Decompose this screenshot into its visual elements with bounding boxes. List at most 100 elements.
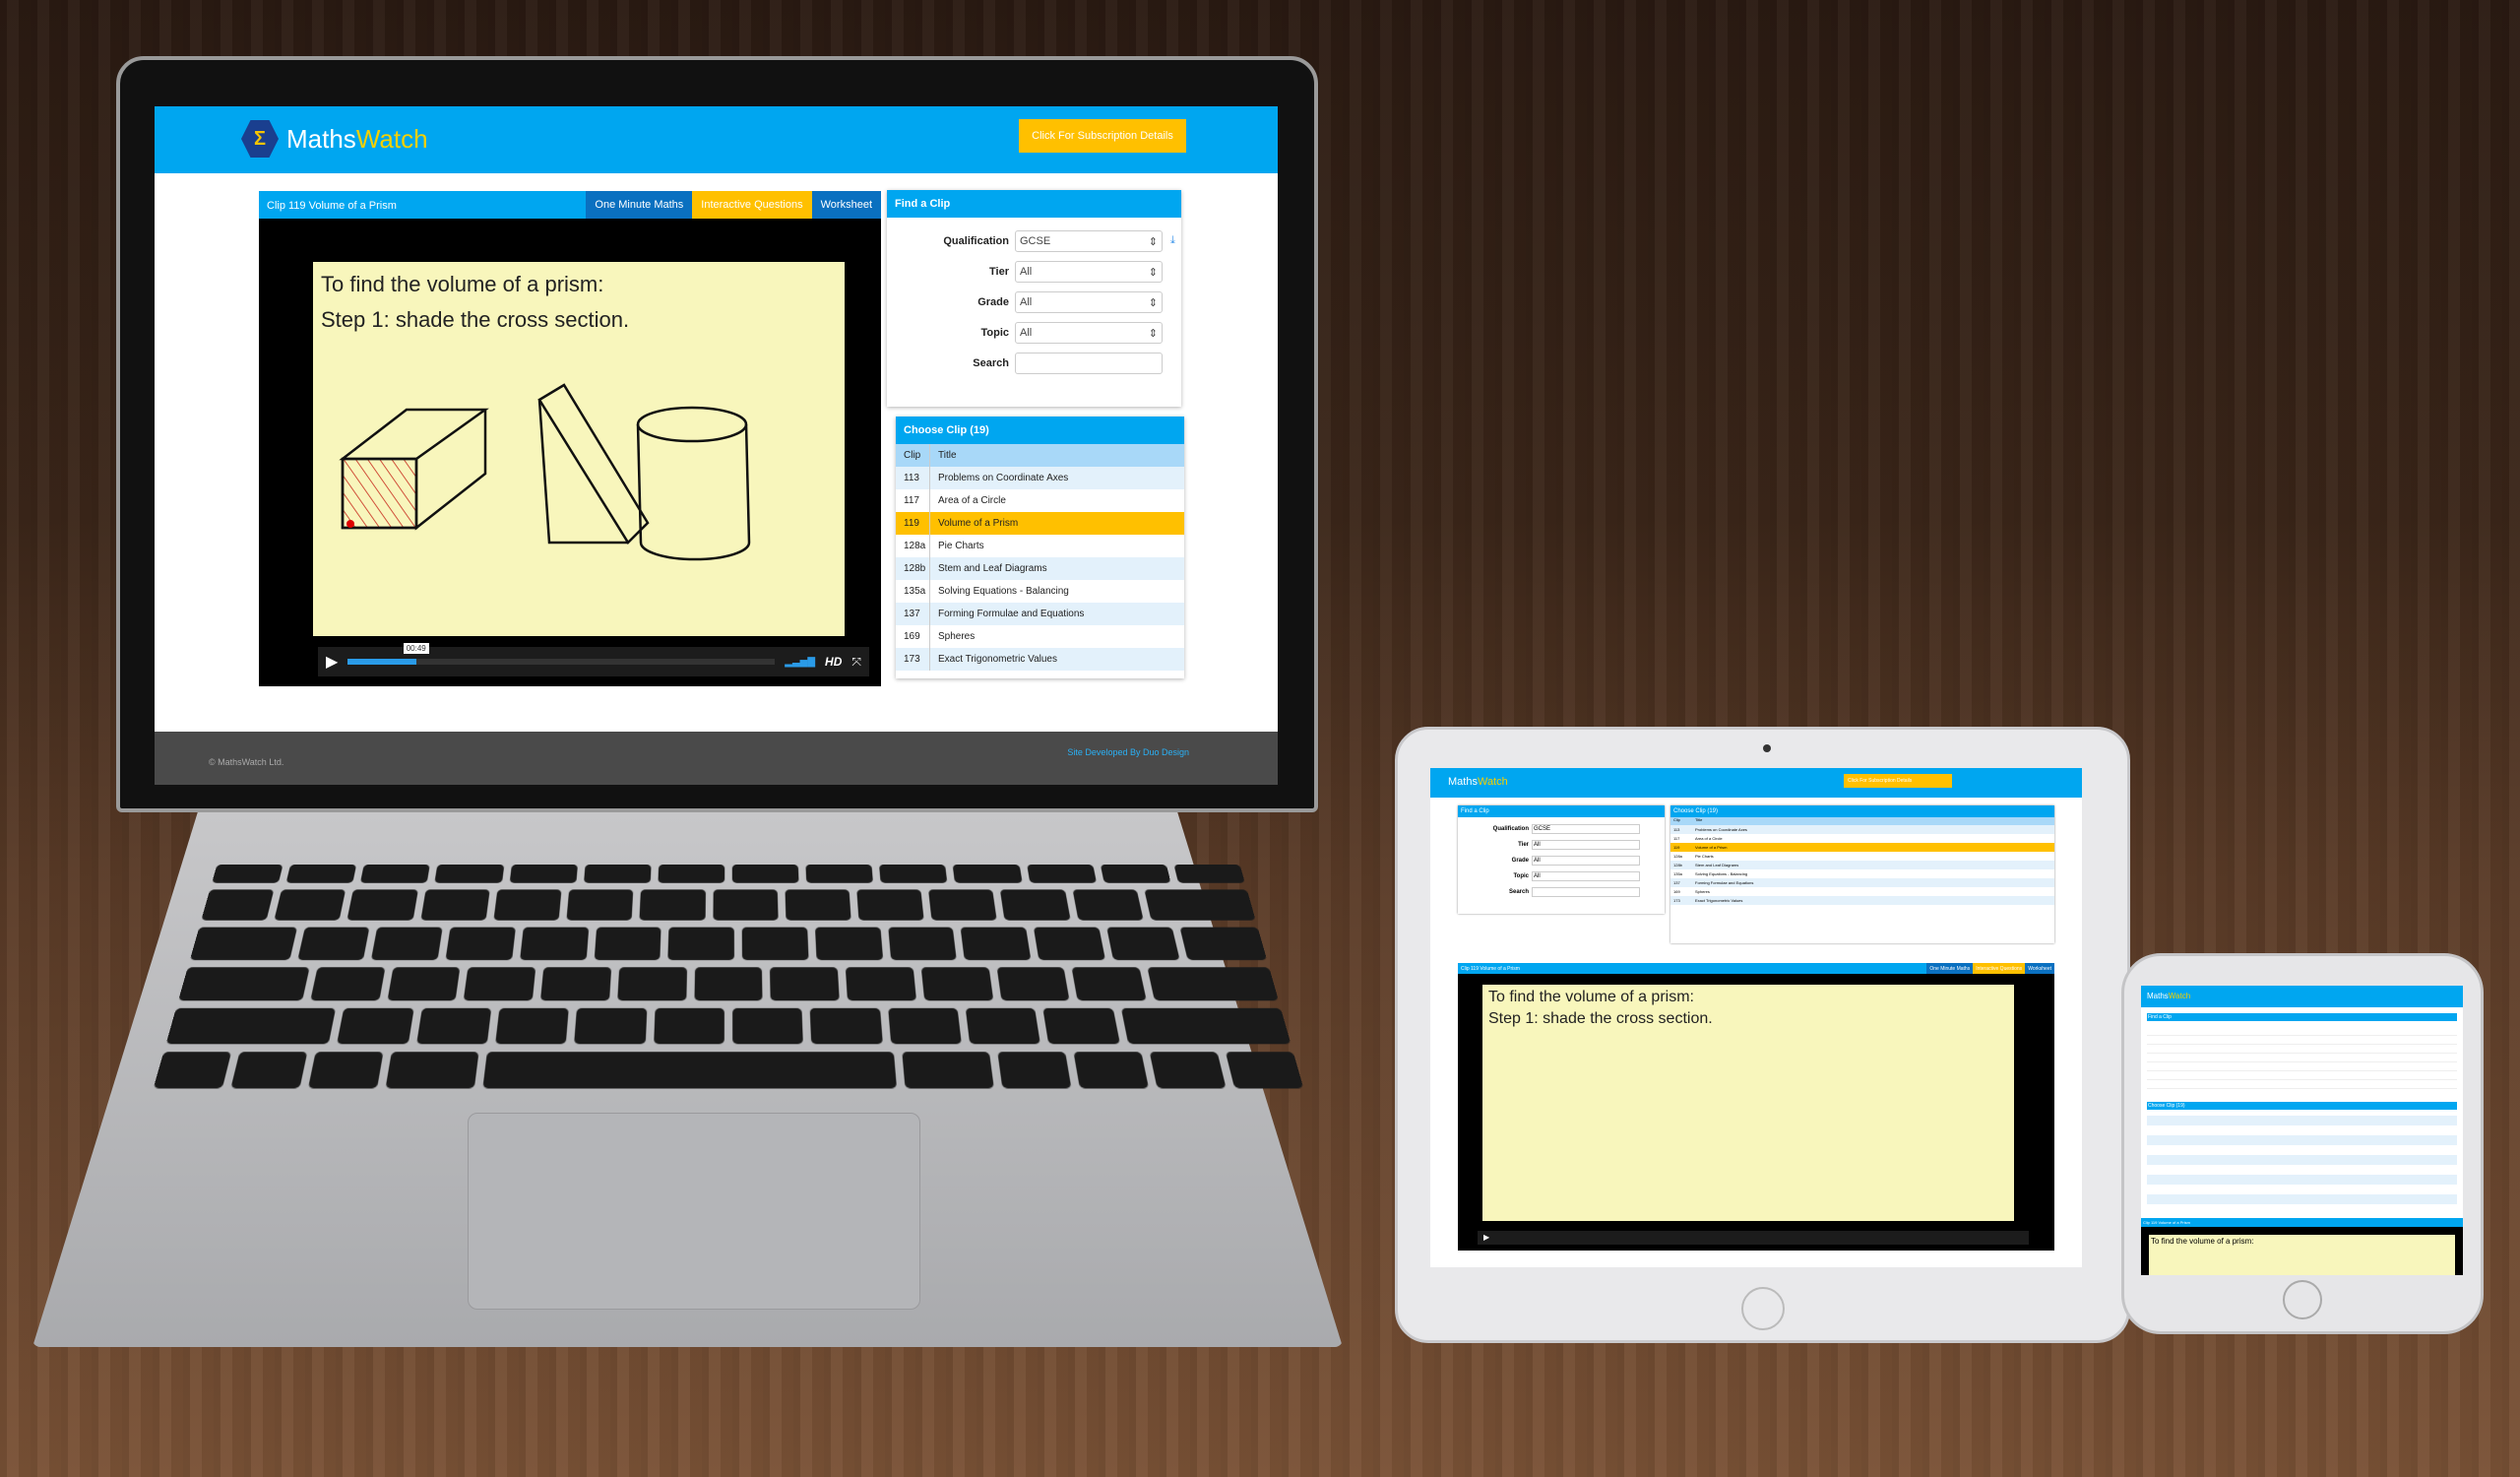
tier-select[interactable]: All ⇕ bbox=[1015, 260, 1163, 283]
tablet-tab-worksheet[interactable]: Worksheet bbox=[2025, 963, 2054, 974]
logo-text: Maths bbox=[286, 123, 356, 154]
tablet-col-title: Title bbox=[1695, 817, 1703, 822]
tablet-clip-row[interactable]: 135a Solving Equations - Balancing bbox=[1670, 869, 2054, 878]
download-icon[interactable]: ⤓ bbox=[1170, 234, 1175, 247]
grade-select[interactable]: All ⇕ bbox=[1015, 290, 1163, 313]
phone-find-heading: Find a Clip bbox=[2147, 1013, 2457, 1021]
video-panel: Clip 119 Volume of a Prism One Minute Ma… bbox=[259, 191, 881, 686]
video-progress-bar[interactable]: 00:49 bbox=[347, 643, 776, 665]
clip-title-cell: Exact Trigonometric Values bbox=[938, 654, 1057, 665]
play-icon[interactable]: ▶ bbox=[326, 652, 338, 672]
clip-row[interactable]: 113 Problems on Coordinate Axes bbox=[896, 467, 1184, 489]
table-header: Clip Title bbox=[896, 444, 1184, 467]
tablet-filter-field[interactable]: GCSE bbox=[1532, 824, 1640, 834]
logo[interactable]: Σ MathsWatch bbox=[241, 120, 428, 158]
tablet-tab-interactive[interactable]: Interactive Questions bbox=[1973, 963, 2026, 974]
topic-select[interactable]: All ⇕ bbox=[1015, 321, 1163, 344]
tablet-clip-number: 173 bbox=[1673, 898, 1680, 903]
tablet-filter-field[interactable]: All bbox=[1532, 840, 1640, 850]
tablet-clip-title: Spheres bbox=[1695, 889, 1710, 894]
tab-interactive-questions[interactable]: Interactive Questions bbox=[692, 191, 812, 219]
laptop-keyboard bbox=[153, 864, 1304, 1089]
tablet-filter-label: Search bbox=[1508, 889, 1529, 895]
qualification-select[interactable]: GCSE ⇕ bbox=[1015, 229, 1163, 252]
tablet-clip-title: Pie Charts bbox=[1695, 854, 1714, 859]
clip-title-cell: Volume of a Prism bbox=[938, 518, 1019, 529]
volume-icon[interactable]: ▂▃▅▇ bbox=[785, 657, 815, 668]
tablet-camera bbox=[1762, 744, 1771, 752]
tablet-clip-row[interactable]: 128b Stem and Leaf Diagrams bbox=[1670, 861, 2054, 869]
tablet-clip-title: Clip 119 Volume of a Prism bbox=[1461, 966, 1520, 972]
choose-clip-panel: Choose Clip (19) Clip Title 113 Problems o… bbox=[896, 417, 1184, 678]
tablet-filter-label: Tier bbox=[1518, 842, 1529, 848]
filter-row: Grade All ⇕ bbox=[887, 287, 1181, 317]
tablet-logo-accent: Watch bbox=[1477, 776, 1508, 788]
clip-number: 135a bbox=[896, 580, 930, 603]
laptop-screen: Σ MathsWatch Click For Subscription Deta… bbox=[155, 106, 1278, 785]
clip-row[interactable]: 137 Forming Formulae and Equations bbox=[896, 603, 1184, 625]
tablet-clip-number: 169 bbox=[1673, 889, 1680, 894]
clip-row[interactable]: 173 Exact Trigonometric Values bbox=[896, 648, 1184, 671]
tablet-filter-label: Qualification bbox=[1492, 826, 1529, 832]
tablet-filter-field[interactable] bbox=[1532, 887, 1640, 897]
clip-row[interactable]: 128a Pie Charts bbox=[896, 535, 1184, 557]
tablet-clip-row[interactable]: 137 Forming Formulae and Equations bbox=[1670, 878, 2054, 887]
tablet-col-clip: Clip bbox=[1673, 817, 1680, 822]
filter-value: All bbox=[1020, 265, 1033, 278]
clip-title-cell: Solving Equations - Balancing bbox=[938, 586, 1069, 597]
select-arrows-icon: ⇕ bbox=[1148, 296, 1158, 309]
filter-row: Tier All ⇕ bbox=[887, 256, 1181, 287]
tablet-clip-row[interactable]: 117 Area of a Circle bbox=[1670, 834, 2054, 843]
tablet-clip-number: 113 bbox=[1673, 827, 1680, 832]
fullscreen-icon[interactable]: ⤧ bbox=[851, 655, 861, 670]
filter-row: Topic All ⇕ bbox=[887, 317, 1181, 348]
tablet-clip-title: Volume of a Prism bbox=[1695, 845, 1728, 850]
clip-row[interactable]: 169 Spheres bbox=[896, 625, 1184, 648]
col-title: Title bbox=[938, 450, 957, 461]
prism-drawings bbox=[339, 383, 751, 561]
tablet-clip-number: 128b bbox=[1673, 863, 1682, 867]
subscription-button[interactable]: Click For Subscription Details bbox=[1019, 119, 1186, 153]
tablet-find-heading: Find a Clip bbox=[1458, 805, 1665, 817]
tablet-clip-title: Problems on Coordinate Axes bbox=[1695, 827, 1747, 832]
clip-number: 169 bbox=[896, 625, 930, 648]
home-button[interactable] bbox=[1740, 1287, 1785, 1330]
developer-credit-link[interactable]: Site Developed By Duo Design bbox=[1067, 747, 1189, 757]
tablet-video-controls[interactable]: ▶ bbox=[1478, 1231, 2029, 1245]
clip-title-cell: Forming Formulae and Equations bbox=[938, 609, 1085, 619]
phone-slide-line: To find the volume of a prism: bbox=[2149, 1235, 2455, 1275]
clip-number: 119 bbox=[896, 512, 930, 535]
col-clip: Clip bbox=[896, 444, 930, 467]
tablet-clip-row[interactable]: 119 Volume of a Prism bbox=[1670, 843, 2054, 852]
tab-worksheet[interactable]: Worksheet bbox=[811, 191, 881, 219]
clip-row[interactable]: 117 Area of a Circle bbox=[896, 489, 1184, 512]
video-frame[interactable]: To find the volume of a prism: Step 1: s… bbox=[313, 262, 845, 636]
phone-home-button[interactable] bbox=[2283, 1280, 2322, 1319]
search-input[interactable] bbox=[1015, 352, 1163, 374]
phone-choose-heading: Choose Clip (19) bbox=[2147, 1102, 2457, 1110]
tablet-clip-row[interactable]: 128a Pie Charts bbox=[1670, 852, 2054, 861]
tablet-filter-field[interactable]: All bbox=[1532, 871, 1640, 881]
tablet-clip-number: 119 bbox=[1673, 845, 1680, 850]
phone-logo-text: Maths bbox=[2147, 992, 2169, 1000]
clip-title-cell: Problems on Coordinate Axes bbox=[938, 473, 1069, 483]
tablet-slide-line-1: To find the volume of a prism: bbox=[1488, 989, 1694, 1005]
tablet-clip-row[interactable]: 169 Spheres bbox=[1670, 887, 2054, 896]
tab-one-minute-maths[interactable]: One Minute Maths bbox=[586, 191, 693, 219]
tablet-clip-row[interactable]: 113 Problems on Coordinate Axes bbox=[1670, 825, 2054, 834]
site-header: Σ MathsWatch Click For Subscription Deta… bbox=[155, 106, 1278, 173]
tablet-video-frame[interactable]: To find the volume of a prism: Step 1: s… bbox=[1482, 985, 2014, 1221]
tablet-clip-title: Forming Formulae and Equations bbox=[1695, 880, 1754, 885]
tablet-tab-one-minute[interactable]: One Minute Maths bbox=[1926, 963, 1974, 974]
clip-number: 128b bbox=[896, 557, 930, 580]
tablet-subscription-button[interactable]: Click For Subscription Details bbox=[1844, 774, 1952, 788]
filter-row: Qualification GCSE ⇕ ⤓ bbox=[887, 225, 1181, 256]
clip-row[interactable]: 135a Solving Equations - Balancing bbox=[896, 580, 1184, 603]
tablet-filter-field[interactable]: All bbox=[1532, 856, 1640, 866]
tablet-clip-row[interactable]: 173 Exact Trigonometric Values bbox=[1670, 896, 2054, 905]
hd-toggle[interactable]: HD bbox=[825, 655, 842, 669]
clip-number: 128a bbox=[896, 535, 930, 557]
clip-row[interactable]: 119 Volume of a Prism bbox=[896, 512, 1184, 535]
clip-number: 137 bbox=[896, 603, 930, 625]
clip-row[interactable]: 128b Stem and Leaf Diagrams bbox=[896, 557, 1184, 580]
